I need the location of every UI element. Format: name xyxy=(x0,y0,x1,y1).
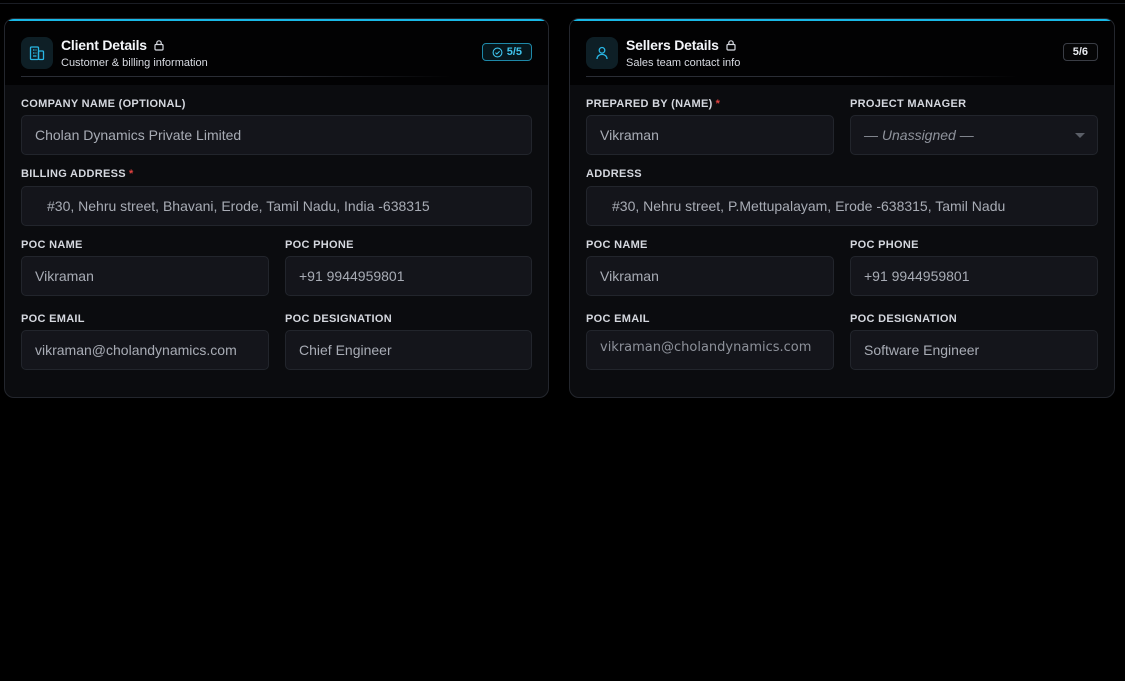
lock-icon xyxy=(153,39,165,51)
project-manager-select[interactable]: — Unassigned — xyxy=(850,115,1098,155)
client-poc-phone-input[interactable]: +91 9944959801 xyxy=(285,256,532,296)
client-poc-designation-input[interactable]: Chief Engineer xyxy=(285,330,532,370)
user-icon xyxy=(586,37,618,69)
client-card-subtitle: Customer & billing information xyxy=(61,57,208,69)
building-icon xyxy=(21,37,53,69)
seller-poc-designation-input[interactable]: Software Engineer xyxy=(850,330,1098,370)
header-divider xyxy=(586,76,1018,77)
prepared-by-label: PREPARED BY (NAME) * xyxy=(586,98,721,110)
billing-address-input[interactable]: #30, Nehru street, Bhavani, Erode, Tamil… xyxy=(21,186,532,226)
sellers-completion-badge: 5/6 xyxy=(1062,43,1098,61)
client-details-card: Client Details Customer & billing inform… xyxy=(4,18,549,398)
client-poc-email-label: POC EMAIL xyxy=(21,313,85,325)
client-card-title: Client Details xyxy=(61,37,147,53)
sellers-badge-text: 5/6 xyxy=(1072,46,1088,58)
client-completion-badge: 5/5 xyxy=(481,43,532,61)
seller-poc-email-label: POC EMAIL xyxy=(586,313,650,325)
client-badge-text: 5/5 xyxy=(506,46,522,58)
seller-poc-name-label: POC NAME xyxy=(586,239,648,251)
sellers-card-header: Sellers Details Sales team contact info … xyxy=(570,21,1114,85)
sellers-card-title: Sellers Details xyxy=(626,37,719,53)
check-circle-icon xyxy=(492,47,503,58)
seller-poc-name-input[interactable]: Vikraman xyxy=(586,256,834,296)
seller-address-label: ADDRESS xyxy=(586,168,642,180)
company-name-input[interactable]: Cholan Dynamics Private Limited xyxy=(21,115,532,155)
sellers-details-card: Sellers Details Sales team contact info … xyxy=(569,18,1115,398)
company-name-label: COMPANY NAME (OPTIONAL) xyxy=(21,98,186,110)
project-manager-label: PROJECT MANAGER xyxy=(850,98,967,110)
client-poc-name-label: POC NAME xyxy=(21,239,83,251)
top-divider xyxy=(0,3,1125,4)
seller-address-input[interactable]: #30, Nehru street, P.Mettupalayam, Erode… xyxy=(586,186,1098,226)
header-divider xyxy=(21,76,452,77)
seller-poc-phone-input[interactable]: +91 9944959801 xyxy=(850,256,1098,296)
client-card-header: Client Details Customer & billing inform… xyxy=(5,21,548,85)
client-poc-phone-label: POC PHONE xyxy=(285,239,354,251)
client-poc-designation-label: POC DESIGNATION xyxy=(285,313,392,325)
prepared-by-input[interactable]: Vikraman xyxy=(586,115,834,155)
client-poc-name-input[interactable]: Vikraman xyxy=(21,256,269,296)
lock-icon xyxy=(725,39,737,51)
sellers-card-subtitle: Sales team contact info xyxy=(626,57,741,69)
billing-address-label: BILLING ADDRESS * xyxy=(21,168,134,180)
chevron-down-icon xyxy=(1075,133,1085,138)
seller-poc-email-input[interactable]: vikraman@cholandynamics.com xyxy=(586,330,834,370)
client-poc-email-input[interactable]: vikraman@cholandynamics.com xyxy=(21,330,269,370)
seller-poc-phone-label: POC PHONE xyxy=(850,239,919,251)
seller-poc-designation-label: POC DESIGNATION xyxy=(850,313,957,325)
